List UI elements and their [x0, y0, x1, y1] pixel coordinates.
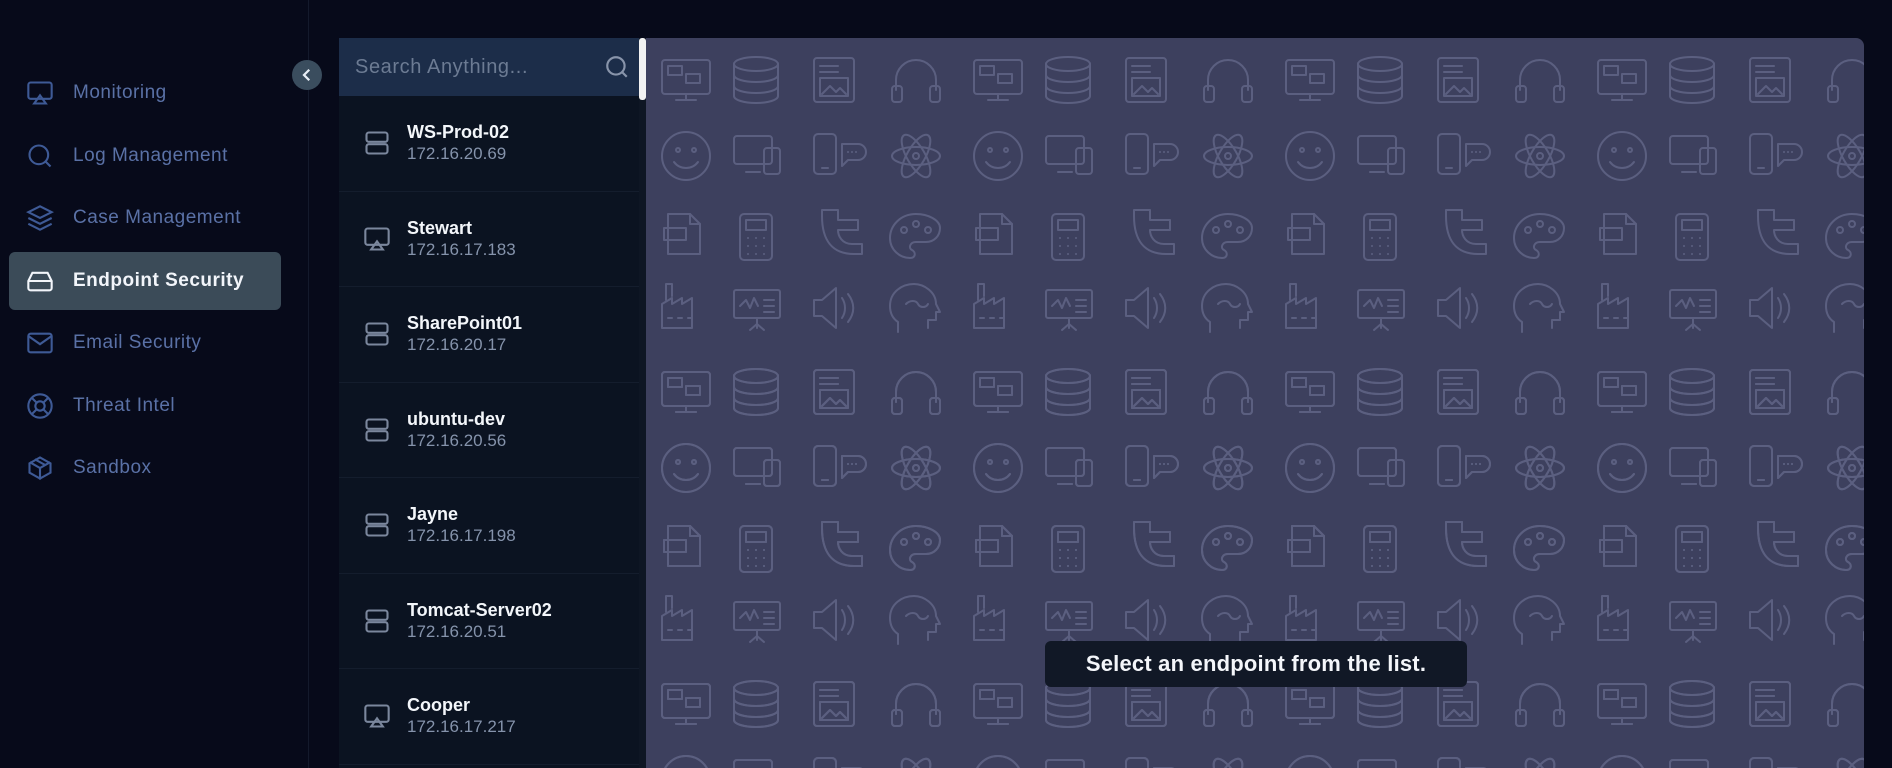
- endpoint-ip: 172.16.17.217: [407, 717, 516, 737]
- monitor-cast-icon: [363, 702, 391, 730]
- sidebar-item-label: Threat Intel: [73, 394, 176, 416]
- server-icon: [363, 320, 391, 348]
- endpoint-name: Tomcat-Server02: [407, 599, 552, 620]
- sidebar-item-sandbox[interactable]: Sandbox: [9, 439, 281, 497]
- endpoint-list-item[interactable]: SharePoint01 172.16.20.17: [339, 287, 646, 383]
- sidebar-item-email-security[interactable]: Email Security: [9, 314, 281, 372]
- endpoint-name: ubuntu-dev: [407, 408, 505, 429]
- endpoint-list-item[interactable]: Jayne 172.16.17.198: [339, 478, 646, 574]
- endpoint-list-item[interactable]: Stewart 172.16.17.183: [339, 192, 646, 287]
- search-icon[interactable]: [604, 54, 630, 80]
- endpoint-info: Jayne 172.16.17.198: [407, 503, 516, 547]
- server-icon: [363, 129, 391, 157]
- lifebuoy-icon: [25, 391, 55, 421]
- endpoint-ip: 172.16.17.183: [407, 239, 516, 259]
- hard-drive-icon: [25, 266, 55, 296]
- endpoint-info: SharePoint01 172.16.20.17: [407, 312, 522, 356]
- sidebar-item-label: Endpoint Security: [73, 269, 245, 291]
- sidebar-item-monitoring[interactable]: Monitoring: [9, 64, 281, 122]
- layers-icon: [25, 203, 55, 233]
- monitor-cast-icon: [25, 78, 55, 108]
- endpoint-name: Stewart: [407, 217, 473, 238]
- chevron-left-icon: [302, 68, 311, 82]
- search-bar: [339, 38, 646, 96]
- endpoint-list-item[interactable]: ubuntu-dev 172.16.20.56: [339, 383, 646, 478]
- endpoint-ip: 172.16.20.17: [407, 335, 507, 355]
- endpoint-ip: 172.16.20.56: [407, 430, 507, 450]
- endpoint-name: WS-Prod-02: [407, 122, 510, 143]
- sidebar-nav: Monitoring Log Management Case Managemen…: [9, 64, 281, 502]
- endpoint-name: SharePoint01: [407, 313, 523, 334]
- server-icon: [363, 607, 391, 635]
- sidebar-item-case-management[interactable]: Case Management: [9, 189, 281, 247]
- endpoint-name: Jayne: [407, 504, 459, 525]
- monitor-cast-icon: [363, 225, 391, 253]
- endpoint-ip: 172.16.17.198: [407, 526, 516, 546]
- sidebar-item-threat-intel[interactable]: Threat Intel: [9, 377, 281, 435]
- endpoint-list-scrollbar-track[interactable]: [639, 38, 646, 768]
- sidebar-item-label: Case Management: [73, 207, 242, 228]
- endpoint-list-item[interactable]: Cooper 172.16.17.217: [339, 669, 646, 765]
- endpoint-ip: 172.16.20.69: [407, 144, 507, 164]
- server-icon: [363, 511, 391, 539]
- endpoint-list-scrollbar-thumb[interactable]: [639, 38, 646, 100]
- sidebar-item-label: Email Security: [73, 332, 202, 353]
- endpoint-list-item[interactable]: Tomcat-Server02 172.16.20.51: [339, 574, 646, 669]
- endpoint-ip: 172.16.20.51: [407, 621, 507, 641]
- sidebar-item-label: Sandbox: [73, 457, 152, 478]
- endpoint-name: Cooper: [407, 695, 470, 716]
- endpoint-info: ubuntu-dev 172.16.20.56: [407, 408, 506, 452]
- sidebar: Monitoring Log Management Case Managemen…: [0, 0, 309, 768]
- endpoint-list-panel: WS-Prod-02 172.16.20.69 Stewart 172.16.1…: [339, 38, 646, 768]
- collapse-sidebar-button[interactable]: [292, 60, 322, 90]
- endpoint-info: Cooper 172.16.17.217: [407, 694, 516, 738]
- sidebar-item-endpoint-security[interactable]: Endpoint Security: [9, 251, 281, 310]
- endpoint-list-item[interactable]: WS-Prod-02 172.16.20.69: [339, 96, 646, 192]
- sidebar-item-label: Monitoring: [73, 82, 167, 103]
- search-icon: [25, 141, 55, 171]
- endpoint-info: Stewart 172.16.17.183: [407, 217, 516, 261]
- endpoint-info: WS-Prod-02 172.16.20.69: [407, 121, 509, 165]
- search-input[interactable]: [355, 55, 585, 79]
- endpoint-info: Tomcat-Server02 172.16.20.51: [407, 599, 552, 643]
- empty-state-message: Select an endpoint from the list.: [1045, 641, 1467, 687]
- sidebar-item-label: Log Management: [73, 144, 228, 166]
- sidebar-item-log-management[interactable]: Log Management: [9, 127, 281, 185]
- box-icon: [25, 453, 55, 483]
- server-icon: [363, 416, 391, 444]
- mail-icon: [25, 328, 55, 358]
